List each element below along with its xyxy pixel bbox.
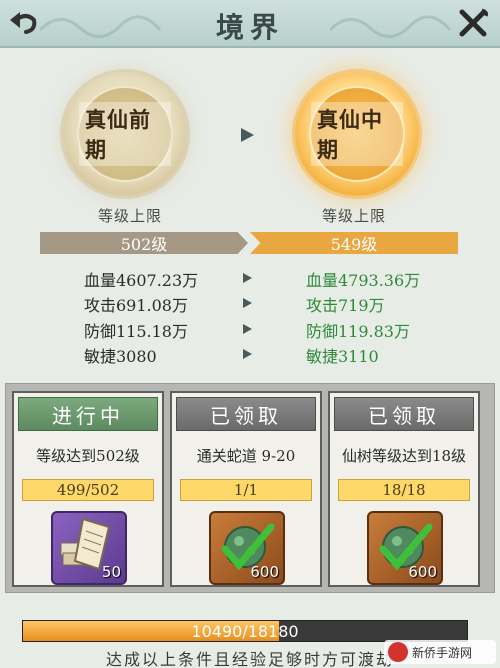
task-description: 等级达到502级 [36,447,140,465]
task-card[interactable]: 已领取 仙树等级达到18级 18/18 600 [328,391,480,587]
realm-arrow-icon [241,128,254,142]
task-status-claimed: 已领取 [334,397,474,431]
task-progress: 499/502 [22,479,154,501]
stat-attack-current: 攻击691.08万 [84,296,188,315]
current-realm-orb: 真仙前期 [63,72,187,196]
current-level-cap-label: 等级上限 [98,207,163,225]
stat-attack-next: 攻击719万 [306,296,385,315]
current-level-cap-value: 502级 [120,235,168,254]
task-progress: 18/18 [338,479,470,501]
next-level-cap-value: 549级 [330,235,378,254]
site-watermark: 新侨手游网 [384,640,496,664]
task-card[interactable]: 进行中 等级达到502级 499/502 50 [12,391,164,587]
watermark-logo-icon [388,642,408,662]
scroll-book-icon[interactable]: 50 [51,511,127,585]
next-realm-orb: 真仙中期 [295,72,419,196]
reward-count: 50 [101,563,121,581]
watermark-text: 新侨手游网 [412,645,473,660]
header-bar: 境界 [0,0,500,48]
stat-hp-current: 血量4607.23万 [84,271,199,290]
task-status-claimed: 已领取 [176,397,316,431]
task-status-in-progress: 进行中 [18,397,158,431]
experience-text: 10490/18180 [191,621,299,641]
task-progress: 1/1 [180,479,312,501]
stat-defense-current: 防御115.18万 [84,322,188,341]
next-level-cap-bar: 549级 [250,232,458,254]
stat-arrow-icon [243,349,252,359]
page-title: 境界 [215,11,284,44]
next-realm-label: 真仙中期 [311,102,403,166]
jade-ore-icon[interactable]: 600 [209,511,285,585]
task-description: 通关蛇道 9-20 [196,447,296,465]
stat-defense-next: 防御119.83万 [306,322,410,341]
stat-agility-current: 敏捷3080 [84,347,157,366]
reward-count: 600 [250,563,279,581]
experience-bar: 10490/18180 [22,620,468,642]
close-button[interactable] [454,4,492,42]
stat-agility-next: 敏捷3110 [306,347,379,366]
stat-hp-next: 血量4793.36万 [306,271,421,290]
reward-count: 600 [408,563,437,581]
stat-arrow-icon [243,324,252,334]
next-level-cap-label: 等级上限 [322,207,387,225]
task-card[interactable]: 已领取 通关蛇道 9-20 1/1 600 [170,391,322,587]
jade-ore-icon[interactable]: 600 [367,511,443,585]
task-description: 仙树等级达到18级 [341,447,467,465]
current-level-cap-bar: 502级 [40,232,248,254]
close-icon [459,8,488,37]
stat-arrow-icon [243,298,252,308]
current-realm-label: 真仙前期 [79,102,171,166]
stat-arrow-icon [243,273,252,283]
